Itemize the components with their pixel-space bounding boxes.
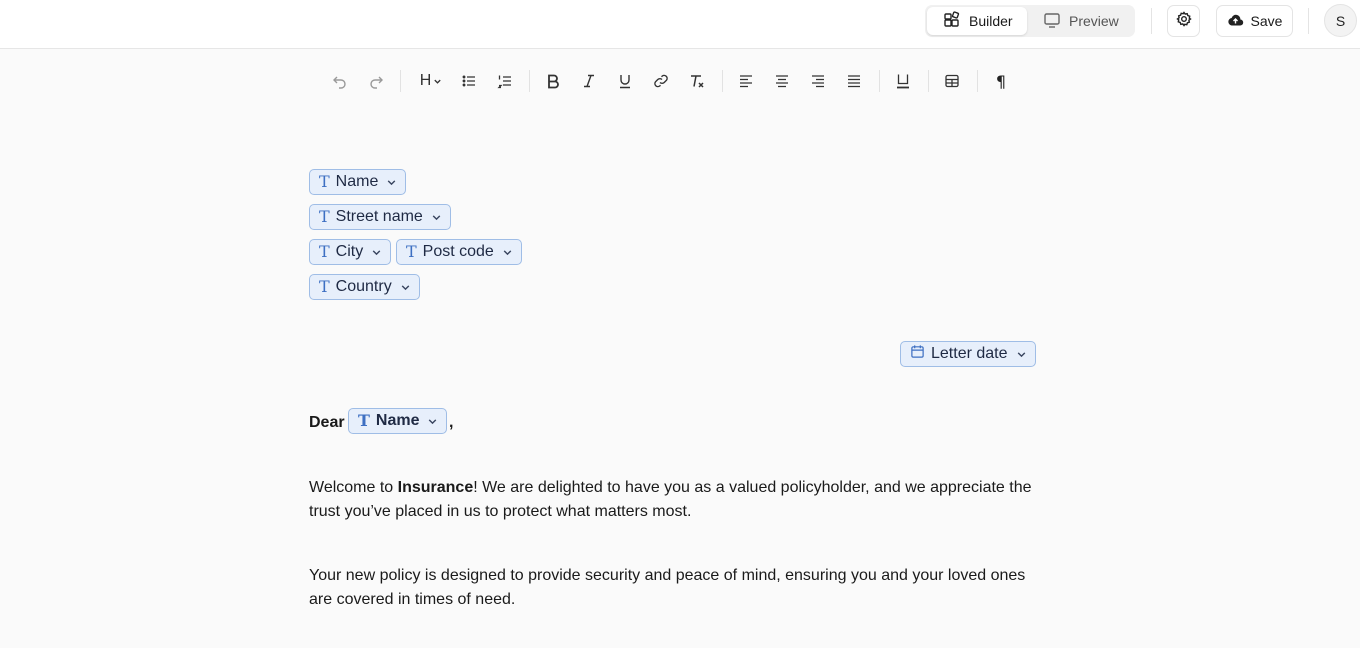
monitor-icon <box>1043 11 1061 32</box>
calendar-icon <box>910 344 925 364</box>
company-name: Insurance <box>397 479 474 496</box>
greeting-comma: , <box>449 414 454 431</box>
avatar[interactable]: S <box>1324 4 1357 37</box>
field-chip-greeting-name[interactable]: T Name <box>348 408 448 434</box>
divider <box>1308 8 1309 34</box>
numbered-list-icon <box>497 75 511 89</box>
text-field-icon: T <box>358 411 370 430</box>
settings-button[interactable] <box>1167 5 1200 37</box>
bold-button[interactable] <box>538 66 568 96</box>
link-icon <box>654 74 668 88</box>
chevron-down-icon <box>432 214 441 220</box>
pilcrow-icon: ¶ <box>995 71 1007 91</box>
field-label: City <box>335 243 364 260</box>
field-chip-post-code[interactable]: T Post code <box>396 239 522 265</box>
align-justify-icon <box>848 75 860 88</box>
text-field-icon: T <box>406 242 417 261</box>
undo-button[interactable] <box>325 66 355 96</box>
text-field-icon: T <box>319 277 330 296</box>
field-label: Post code <box>422 243 494 260</box>
paragraph-text: Welcome to <box>309 479 398 496</box>
toolbar-divider <box>977 70 978 92</box>
chevron-down-icon <box>503 249 512 255</box>
align-left-icon <box>740 75 752 88</box>
clear-formatting-button[interactable] <box>682 66 712 96</box>
underline-button[interactable] <box>610 66 640 96</box>
text-field-icon: T <box>319 207 330 226</box>
heading-label: H <box>419 72 432 89</box>
editor-toolbar: H ¶ <box>322 66 1022 96</box>
link-button[interactable] <box>646 66 676 96</box>
builder-icon <box>943 10 961 32</box>
chevron-down-icon <box>429 418 437 424</box>
bullet-list-button[interactable] <box>454 66 484 96</box>
paragraph-policy[interactable]: Your new policy is designed to provide s… <box>309 564 1039 612</box>
heading-dropdown[interactable]: H <box>415 66 447 96</box>
field-chip-letter-date[interactable]: Letter date <box>900 341 1036 367</box>
field-chip-street-name[interactable]: T Street name <box>309 204 451 230</box>
greeting-dear: Dear <box>309 414 345 431</box>
save-button[interactable]: Save <box>1216 5 1293 37</box>
mode-switch: Builder Preview <box>925 5 1135 37</box>
table-button[interactable] <box>937 66 967 96</box>
align-center-button[interactable] <box>767 66 797 96</box>
toolbar-divider <box>928 70 929 92</box>
redo-button[interactable] <box>361 66 391 96</box>
italic-button[interactable] <box>574 66 604 96</box>
avatar-initial: S <box>1335 12 1346 29</box>
chevron-down-icon <box>1017 351 1025 357</box>
align-right-button[interactable] <box>803 66 833 96</box>
field-chip-city[interactable]: T City <box>309 239 392 265</box>
divider <box>1151 8 1152 34</box>
builder-label: Builder <box>969 13 1013 29</box>
field-label: Name <box>375 412 420 429</box>
bullet-list-icon <box>462 75 475 87</box>
text-field-icon: T <box>319 242 330 261</box>
align-justify-button[interactable] <box>839 66 869 96</box>
field-chip-name[interactable]: T Name <box>309 169 407 195</box>
preview-label: Preview <box>1069 13 1119 29</box>
paragraph-text: Your new policy is designed to provide s… <box>309 567 1026 608</box>
field-label: Country <box>335 278 392 295</box>
page-break-button[interactable] <box>888 66 918 96</box>
chevron-down-icon <box>401 284 410 290</box>
underline-icon <box>620 75 630 89</box>
chevron-down-icon <box>372 249 381 255</box>
page-break-icon <box>897 74 909 89</box>
undo-icon <box>333 76 346 89</box>
align-center-icon <box>776 75 788 88</box>
field-chip-country[interactable]: T Country <box>309 274 420 300</box>
bold-icon <box>548 74 559 89</box>
field-label: Street name <box>335 208 423 225</box>
table-icon <box>945 74 959 88</box>
chevron-down-icon <box>434 79 441 84</box>
save-label: Save <box>1250 13 1283 29</box>
cloud-upload-icon <box>1227 13 1244 30</box>
paragraph-welcome[interactable]: Welcome to Insurance! We are delighted t… <box>309 476 1039 524</box>
toolbar-divider <box>879 70 880 92</box>
field-label: Name <box>335 173 379 190</box>
preview-tab[interactable]: Preview <box>1035 7 1131 35</box>
toolbar-divider <box>722 70 723 92</box>
toolbar-divider <box>400 70 401 92</box>
numbered-list-button[interactable] <box>490 66 520 96</box>
align-left-button[interactable] <box>731 66 761 96</box>
gear-icon <box>1175 10 1192 32</box>
chevron-down-icon <box>388 179 396 185</box>
clear-formatting-icon <box>691 75 704 88</box>
paragraph-marks-button[interactable]: ¶ <box>986 66 1016 96</box>
align-right-icon <box>812 75 824 88</box>
top-bar: Builder Preview Save S <box>0 0 1360 49</box>
toolbar-divider <box>529 70 530 92</box>
builder-tab[interactable]: Builder <box>927 7 1027 35</box>
redo-icon <box>370 76 383 89</box>
text-field-icon: T <box>319 172 330 191</box>
field-label: Letter date <box>931 345 1008 362</box>
italic-icon <box>584 74 594 88</box>
